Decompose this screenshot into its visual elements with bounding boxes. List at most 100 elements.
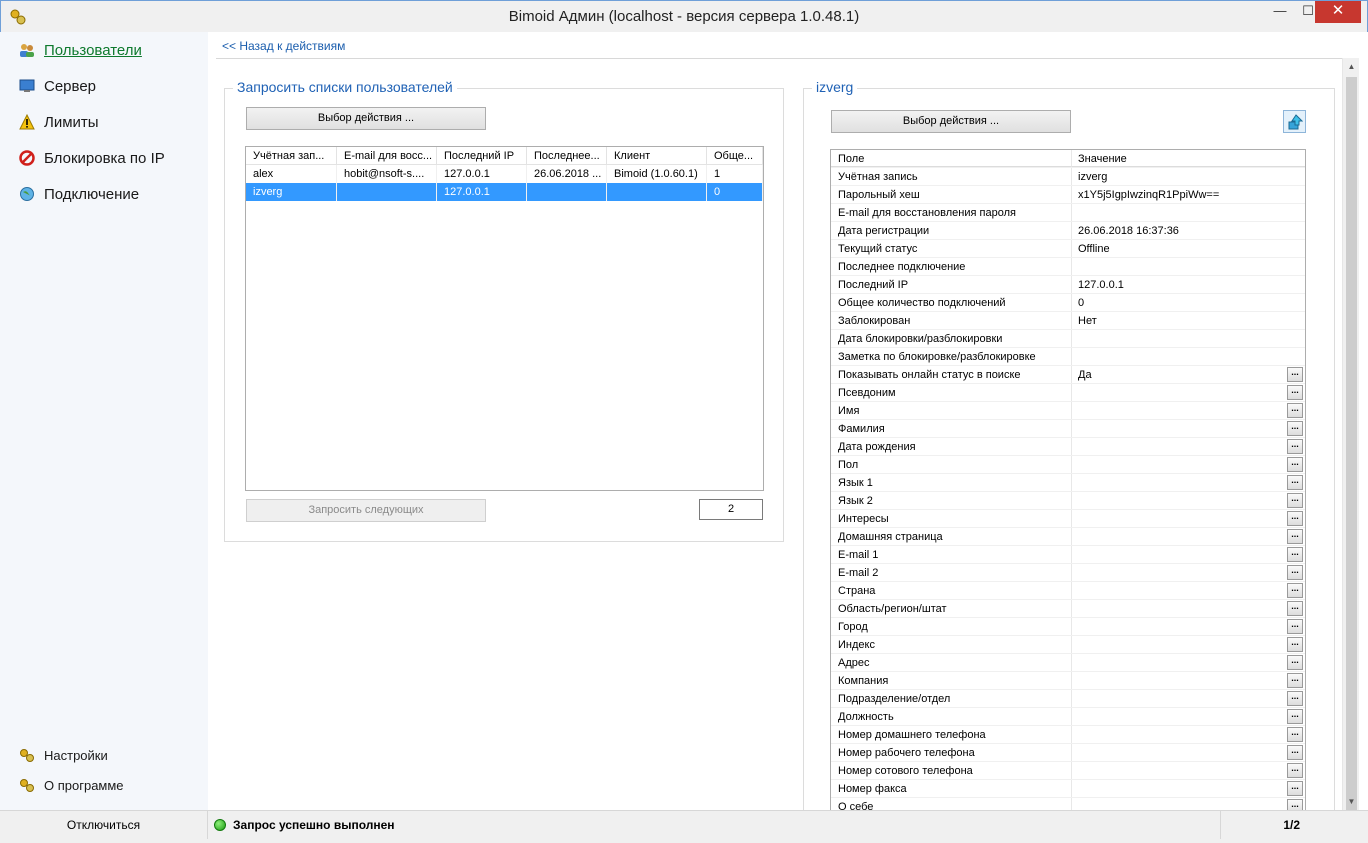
sidebar-item-server[interactable]: Сервер (18, 74, 96, 98)
property-row[interactable]: Дата рождения... (831, 438, 1305, 456)
vertical-scrollbar[interactable]: ▲ ▼ (1342, 58, 1360, 822)
property-value[interactable]: ... (1072, 528, 1305, 545)
sidebar-item-ip-block[interactable]: Блокировка по IP (18, 146, 165, 170)
column-header[interactable]: E-mail для восс... (337, 147, 437, 165)
property-row[interactable]: E-mail 1... (831, 546, 1305, 564)
sidebar-item-about[interactable]: О программе (18, 773, 124, 797)
property-row[interactable]: Имя... (831, 402, 1305, 420)
property-value[interactable]: ... (1072, 636, 1305, 653)
scrollbar-thumb[interactable] (1346, 77, 1357, 822)
edit-ellipsis-button[interactable]: ... (1287, 367, 1303, 382)
property-value[interactable]: ... (1072, 744, 1305, 761)
sidebar-item-users[interactable]: Пользователи (18, 38, 142, 62)
property-value[interactable]: ... (1072, 654, 1305, 671)
edit-ellipsis-button[interactable]: ... (1287, 403, 1303, 418)
edit-ellipsis-button[interactable]: ... (1287, 439, 1303, 454)
property-value[interactable]: ... (1072, 402, 1305, 419)
edit-ellipsis-button[interactable]: ... (1287, 583, 1303, 598)
edit-ellipsis-button[interactable]: ... (1287, 601, 1303, 616)
property-row[interactable]: Псевдоним... (831, 384, 1305, 402)
export-button[interactable] (1283, 110, 1306, 133)
column-header[interactable]: Обще... (707, 147, 763, 165)
property-row[interactable]: Индекс... (831, 636, 1305, 654)
property-value[interactable]: ... (1072, 780, 1305, 797)
property-row[interactable]: Язык 2... (831, 492, 1305, 510)
property-value[interactable]: ... (1072, 672, 1305, 689)
property-row[interactable]: Должность... (831, 708, 1305, 726)
property-row[interactable]: Номер сотового телефона... (831, 762, 1305, 780)
request-next-button[interactable]: Запросить следующих (246, 499, 486, 522)
table-row[interactable]: alex hobit@nsoft-s.... 127.0.0.1 26.06.2… (246, 165, 763, 183)
details-action-button[interactable]: Выбор действия ... (831, 110, 1071, 133)
property-value[interactable]: ... (1072, 690, 1305, 707)
user-list-table[interactable]: Учётная зап... E-mail для восс... Послед… (245, 146, 764, 491)
property-row[interactable]: Язык 1... (831, 474, 1305, 492)
property-value[interactable]: ... (1072, 564, 1305, 581)
property-value[interactable]: ... (1072, 456, 1305, 473)
edit-ellipsis-button[interactable]: ... (1287, 781, 1303, 796)
edit-ellipsis-button[interactable]: ... (1287, 763, 1303, 778)
property-value[interactable]: ... (1072, 384, 1305, 401)
property-row[interactable]: Номер домашнего телефона... (831, 726, 1305, 744)
property-row[interactable]: Последнее подключение (831, 258, 1305, 276)
edit-ellipsis-button[interactable]: ... (1287, 511, 1303, 526)
property-row[interactable]: Подразделение/отдел... (831, 690, 1305, 708)
edit-ellipsis-button[interactable]: ... (1287, 493, 1303, 508)
column-header[interactable]: Учётная зап... (246, 147, 337, 165)
sidebar-item-connection[interactable]: Подключение (18, 182, 139, 206)
edit-ellipsis-button[interactable]: ... (1287, 457, 1303, 472)
scroll-up-icon[interactable]: ▲ (1343, 58, 1360, 75)
edit-ellipsis-button[interactable]: ... (1287, 619, 1303, 634)
edit-ellipsis-button[interactable]: ... (1287, 547, 1303, 562)
column-header[interactable]: Последнее... (527, 147, 607, 165)
property-row[interactable]: E-mail для восстановления пароля (831, 204, 1305, 222)
count-field[interactable]: 2 (699, 499, 763, 520)
property-row[interactable]: Пол... (831, 456, 1305, 474)
edit-ellipsis-button[interactable]: ... (1287, 529, 1303, 544)
property-row[interactable]: Учётная запись izverg (831, 168, 1305, 186)
property-row[interactable]: Область/регион/штат... (831, 600, 1305, 618)
scroll-down-icon[interactable]: ▼ (1343, 793, 1360, 810)
edit-ellipsis-button[interactable]: ... (1287, 727, 1303, 742)
property-value[interactable]: ... (1072, 474, 1305, 491)
edit-ellipsis-button[interactable]: ... (1287, 673, 1303, 688)
property-row[interactable]: Заметка по блокировке/разблокировке (831, 348, 1305, 366)
property-row[interactable]: Общее количество подключений 0 (831, 294, 1305, 312)
property-row[interactable]: Номер факса... (831, 780, 1305, 798)
disconnect-button[interactable]: Отключиться (0, 811, 208, 839)
property-row[interactable]: Город... (831, 618, 1305, 636)
edit-ellipsis-button[interactable]: ... (1287, 655, 1303, 670)
property-row[interactable]: E-mail 2... (831, 564, 1305, 582)
edit-ellipsis-button[interactable]: ... (1287, 709, 1303, 724)
column-header[interactable]: Клиент (607, 147, 707, 165)
edit-ellipsis-button[interactable]: ... (1287, 745, 1303, 760)
edit-ellipsis-button[interactable]: ... (1287, 421, 1303, 436)
close-button[interactable]: ✕ (1315, 1, 1361, 23)
property-row[interactable]: Фамилия... (831, 420, 1305, 438)
edit-ellipsis-button[interactable]: ... (1287, 385, 1303, 400)
property-grid[interactable]: Поле Значение Учётная запись izverg Пароль… (830, 149, 1306, 811)
table-row[interactable]: izverg 127.0.0.1 0 (246, 183, 763, 201)
property-row[interactable]: Адрес... (831, 654, 1305, 672)
property-row[interactable]: Показывать онлайн статус в поиске Да... (831, 366, 1305, 384)
property-value[interactable]: ... (1072, 708, 1305, 725)
property-value[interactable]: ... (1072, 492, 1305, 509)
property-value[interactable]: ... (1072, 546, 1305, 563)
property-row[interactable]: Дата блокировки/разблокировки (831, 330, 1305, 348)
property-value[interactable]: ... (1072, 582, 1305, 599)
property-row[interactable]: Интересы... (831, 510, 1305, 528)
property-value[interactable]: ... (1072, 438, 1305, 455)
property-value[interactable]: ... (1072, 510, 1305, 527)
action-select-button[interactable]: Выбор действия ... (246, 107, 486, 130)
property-value[interactable]: ... (1072, 420, 1305, 437)
sidebar-item-limits[interactable]: Лимиты (18, 110, 99, 134)
property-row[interactable]: Компания... (831, 672, 1305, 690)
property-row[interactable]: Дата регистрации 26.06.2018 16:37:36 (831, 222, 1305, 240)
column-header[interactable]: Последний IP (437, 147, 527, 165)
edit-ellipsis-button[interactable]: ... (1287, 691, 1303, 706)
property-row[interactable]: Заблокирован Нет (831, 312, 1305, 330)
edit-ellipsis-button[interactable]: ... (1287, 565, 1303, 580)
edit-ellipsis-button[interactable]: ... (1287, 637, 1303, 652)
property-value[interactable]: ... (1072, 618, 1305, 635)
property-value[interactable]: ... (1072, 762, 1305, 779)
